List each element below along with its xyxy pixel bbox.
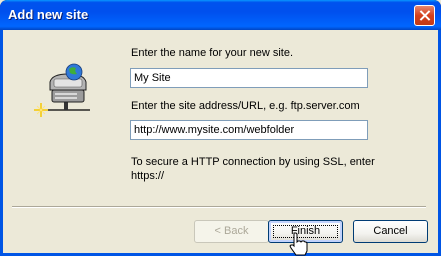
window-title: Add new site: [8, 7, 89, 22]
network-server-wizard-icon: [34, 63, 90, 117]
cancel-button[interactable]: Cancel: [353, 220, 428, 243]
site-url-prompt: Enter the site address/URL, e.g. ftp.ser…: [131, 100, 360, 112]
cancel-button-label: Cancel: [373, 225, 408, 237]
add-new-site-dialog: Add new site Enter the name for your new…: [0, 0, 441, 256]
site-name-field[interactable]: My Site: [130, 68, 368, 88]
back-button-label: < Back: [214, 225, 249, 237]
ssl-hint-line-1: To secure a HTTP connection by using SSL…: [131, 156, 375, 168]
close-icon[interactable]: [414, 5, 435, 26]
ssl-hint-line-2: https://: [131, 170, 165, 182]
site-url-field[interactable]: http://www.mysite.com/webfolder: [130, 120, 368, 140]
site-name-prompt: Enter the name for your new site.: [131, 47, 294, 59]
button-separator: [12, 206, 426, 208]
hand-pointer-cursor: [289, 232, 308, 256]
title-bar[interactable]: Add new site: [0, 0, 441, 30]
back-button[interactable]: < Back: [194, 220, 269, 243]
sparkle-icon: [34, 103, 48, 117]
